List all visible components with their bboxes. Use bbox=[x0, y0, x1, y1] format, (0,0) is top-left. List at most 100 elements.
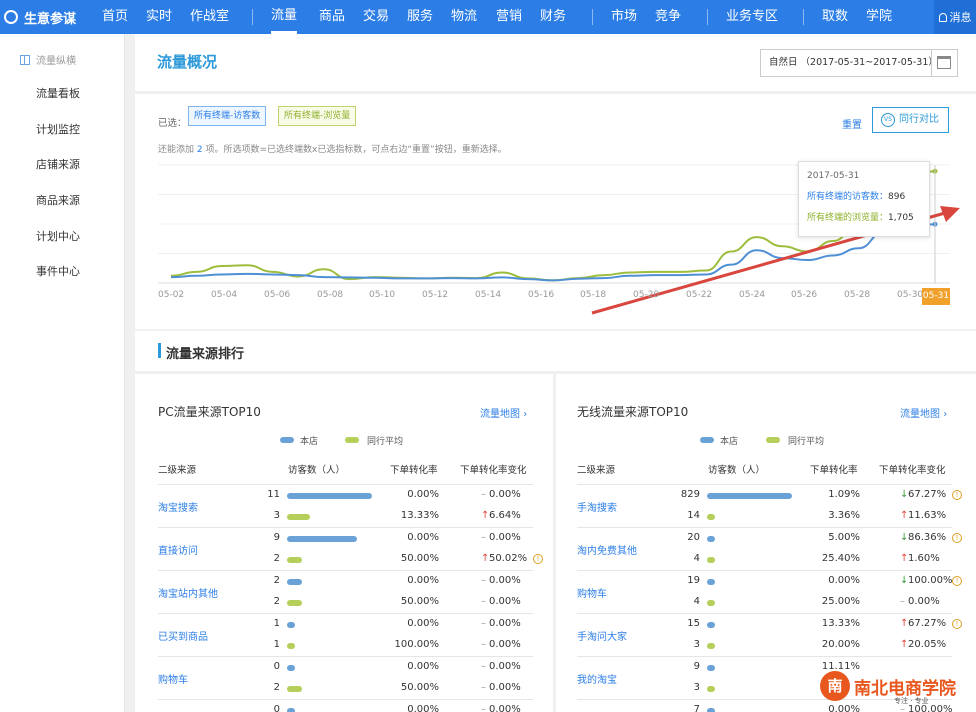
x-tick-label-selected[interactable]: 05-31 bbox=[922, 288, 950, 305]
conversion-change: 0.00% bbox=[908, 596, 940, 607]
mobile-traffic-map-label: 流量地图 bbox=[900, 409, 940, 420]
mobile-traffic-map-link[interactable]: 流量地图 › bbox=[900, 405, 947, 420]
watermark: 南 南北电商学院 专注 · 专业 bbox=[820, 666, 956, 706]
chevron-right-icon: › bbox=[523, 409, 528, 420]
row-divider bbox=[158, 527, 533, 528]
row-divider bbox=[577, 656, 952, 657]
legend-own-label: 本店 bbox=[720, 437, 739, 447]
warning-icon[interactable]: ! bbox=[533, 554, 543, 564]
flat-dash-icon: – bbox=[481, 575, 486, 586]
watermark-subtitle: 专注 · 专业 bbox=[894, 697, 929, 705]
x-tick-label: 05-24 bbox=[739, 290, 766, 300]
source-name-link[interactable]: 手淘搜索 bbox=[577, 499, 617, 514]
conversion-rate: 25.00% bbox=[821, 596, 860, 607]
conversion-rate: 100.00% bbox=[394, 639, 440, 650]
legend-peer-swatch bbox=[766, 437, 780, 443]
flat-dash-icon: – bbox=[481, 532, 486, 543]
source-name-link[interactable]: 购物车 bbox=[577, 585, 607, 600]
own-visitor-bar bbox=[707, 493, 792, 499]
warning-icon[interactable]: ! bbox=[952, 533, 962, 543]
warning-icon[interactable]: ! bbox=[952, 576, 962, 586]
row-divider bbox=[577, 527, 952, 528]
own-visitor-bar bbox=[707, 579, 715, 585]
legend-peer-label: 同行平均 bbox=[367, 437, 404, 447]
pc-traffic-map-link[interactable]: 流量地图 › bbox=[480, 405, 527, 420]
conversion-rate: 3.36% bbox=[828, 510, 860, 521]
legend-peer-label: 同行平均 bbox=[788, 437, 825, 447]
pc-top10-title: PC流量来源TOP10 bbox=[158, 405, 261, 419]
visitor-count: 4 bbox=[693, 553, 700, 564]
source-name-link[interactable]: 已买到商品 bbox=[158, 628, 208, 643]
peer-visitor-bar bbox=[287, 514, 310, 520]
chevron-right-icon: › bbox=[943, 409, 948, 420]
visitor-count: 0 bbox=[273, 661, 280, 672]
row-divider bbox=[158, 613, 533, 614]
col-header-conversion: 下单转化率 bbox=[390, 465, 438, 476]
x-tick-label: 05-14 bbox=[475, 290, 502, 300]
section-marker bbox=[158, 343, 161, 358]
col-header-visitors: 访客数（人） bbox=[288, 465, 346, 476]
x-tick-label: 05-18 bbox=[580, 290, 607, 300]
visitor-count: 20 bbox=[687, 532, 700, 543]
source-name-link[interactable]: 直接访问 bbox=[158, 542, 198, 557]
row-divider bbox=[158, 484, 533, 485]
conversion-change: 20.05% bbox=[908, 639, 947, 650]
conversion-rate: 0.00% bbox=[407, 532, 439, 543]
col-header-conversion-change: 下单转化率变化 bbox=[460, 465, 527, 476]
peer-visitor-bar bbox=[707, 600, 715, 606]
col-header-source: 二级来源 bbox=[158, 465, 197, 476]
peer-visitor-bar bbox=[707, 514, 715, 520]
flat-dash-icon: – bbox=[481, 618, 486, 629]
x-tick-label: 05-26 bbox=[791, 290, 818, 300]
conversion-change: 0.00% bbox=[489, 704, 521, 712]
x-tick-label: 05-30 bbox=[897, 290, 924, 300]
ranking-header bbox=[135, 331, 976, 371]
conversion-change: 11.63% bbox=[908, 510, 947, 521]
conversion-change: 100.00% bbox=[908, 575, 953, 586]
conversion-change: 6.64% bbox=[489, 510, 521, 521]
col-header-conversion-change: 下单转化率变化 bbox=[879, 465, 946, 476]
source-name-link[interactable]: 淘宝站内其他 bbox=[158, 585, 218, 600]
conversion-rate: 25.40% bbox=[821, 553, 860, 564]
visitor-count: 1 bbox=[273, 618, 280, 629]
own-visitor-bar bbox=[287, 708, 295, 712]
conversion-rate: 1.09% bbox=[828, 489, 860, 500]
watermark-text: 南北电商学院 bbox=[854, 678, 956, 699]
x-tick-label: 05-04 bbox=[211, 290, 238, 300]
visitor-count: 1 bbox=[273, 639, 280, 650]
warning-icon[interactable]: ! bbox=[952, 490, 962, 500]
col-header-source: 二级来源 bbox=[577, 465, 616, 476]
visitor-count: 9 bbox=[273, 532, 280, 543]
visitor-count: 7 bbox=[693, 704, 700, 712]
source-name-link[interactable]: 淘内免费其他 bbox=[577, 542, 637, 557]
own-visitor-bar bbox=[287, 536, 357, 542]
visitor-count: 829 bbox=[680, 489, 700, 500]
peer-visitor-bar bbox=[707, 643, 715, 649]
tooltip-visitors-value: 896 bbox=[888, 192, 906, 202]
conversion-rate: 50.00% bbox=[400, 596, 439, 607]
conversion-rate: 0.00% bbox=[828, 575, 860, 586]
tooltip-pageviews-value: 1,705 bbox=[888, 213, 914, 223]
flat-dash-icon: – bbox=[481, 489, 486, 500]
conversion-rate: 0.00% bbox=[407, 489, 439, 500]
flat-dash-icon: – bbox=[481, 682, 486, 693]
conversion-change: 0.00% bbox=[489, 489, 521, 500]
flat-dash-icon: – bbox=[900, 596, 905, 607]
source-name-link[interactable]: 购物车 bbox=[158, 671, 188, 686]
visitor-count: 3 bbox=[693, 639, 700, 650]
x-tick-label: 05-10 bbox=[369, 290, 396, 300]
conversion-change: 1.60% bbox=[908, 553, 940, 564]
source-name-link[interactable]: 我的淘宝 bbox=[577, 671, 617, 686]
legend-own-label: 本店 bbox=[300, 437, 319, 447]
conversion-change: 0.00% bbox=[489, 575, 521, 586]
source-name-link[interactable]: 淘宝搜索 bbox=[158, 499, 198, 514]
flat-dash-icon: – bbox=[481, 596, 486, 607]
warning-icon[interactable]: ! bbox=[952, 619, 962, 629]
x-tick-label: 05-08 bbox=[317, 290, 344, 300]
peer-visitor-bar bbox=[287, 557, 302, 563]
conversion-rate: 0.00% bbox=[407, 661, 439, 672]
source-name-link[interactable]: 手淘问大家 bbox=[577, 628, 627, 643]
own-visitor-bar bbox=[707, 622, 715, 628]
col-header-conversion: 下单转化率 bbox=[810, 465, 858, 476]
pc-traffic-map-label: 流量地图 bbox=[480, 409, 520, 420]
